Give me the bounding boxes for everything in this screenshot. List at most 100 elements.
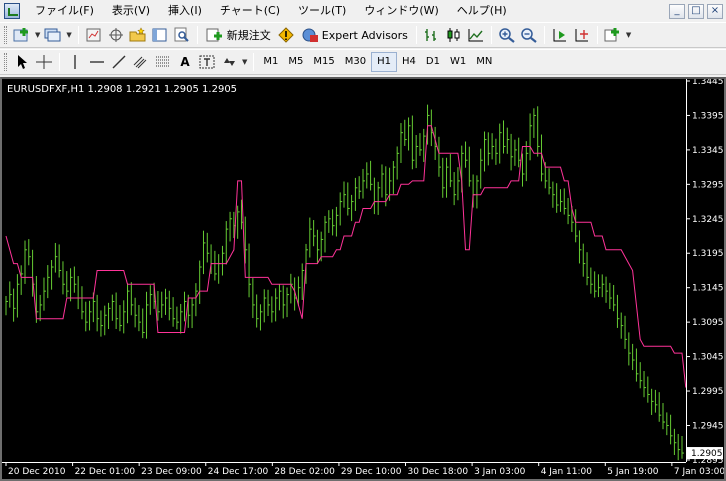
timeframe-m30[interactable]: M30: [340, 52, 371, 72]
crosshair-target-icon: [108, 28, 123, 42]
timeframe-m1[interactable]: M1: [258, 52, 283, 72]
toolbar-grip[interactable]: [4, 26, 7, 44]
toolbar-separator: [596, 26, 598, 44]
current-price-label: 1.2905: [691, 449, 723, 459]
toolbar-separator: [77, 26, 79, 44]
time-tick-label: 4 Jan 11:00: [541, 467, 593, 477]
time-tick-label: 7 Jan 03:00: [674, 467, 724, 477]
menu-tools[interactable]: ツール(T): [289, 1, 355, 21]
current-price-marker: 1.2905: [687, 447, 723, 460]
price-chart[interactable]: 1.3445 1.3395 1.3345 1.3295 1.3245 1.3195 1.31…: [2, 79, 724, 479]
chevron-down-icon[interactable]: ▼: [66, 31, 71, 39]
equidistant-channel-button[interactable]: [130, 51, 152, 73]
time-tick-label: 29 Dec 10:00: [341, 467, 402, 477]
timeframe-mn[interactable]: MN: [471, 52, 497, 72]
timeframe-m5[interactable]: M5: [283, 52, 308, 72]
time-tick-label: 23 Dec 09:00: [141, 467, 202, 477]
expert-advisors-button[interactable]: Expert Advisors: [297, 24, 412, 46]
new-order-label: 新規注文: [226, 29, 271, 42]
menu-bar: ファイル(F) 表示(V) 挿入(I) チャート(C) ツール(T) ウィンドウ…: [0, 0, 726, 22]
indicators-button[interactable]: ▼: [602, 24, 633, 46]
trendline-button[interactable]: [108, 51, 130, 73]
strategy-tester-button[interactable]: [171, 24, 193, 46]
menu-chart[interactable]: チャート(C): [211, 1, 289, 21]
text-label-button[interactable]: [196, 51, 218, 73]
fibonacci-icon: [156, 56, 170, 67]
price-tick-label: 1.2945: [692, 421, 724, 431]
text-button[interactable]: A: [174, 51, 196, 73]
cursor-arrow-icon: [18, 55, 27, 69]
price-tick-label: 1.3395: [692, 111, 724, 121]
timeframe-h1[interactable]: H1: [371, 52, 397, 72]
timeframe-m15[interactable]: M15: [308, 52, 339, 72]
vertical-line-icon: [74, 55, 76, 69]
arrows-icon: [224, 58, 235, 66]
chevron-down-icon[interactable]: ▼: [35, 31, 40, 39]
restore-button[interactable]: □: [688, 3, 704, 19]
expert-advisors-icon: [302, 28, 318, 42]
time-tick-label: 5 Jan 19:00: [607, 467, 659, 477]
new-order-icon: [206, 28, 222, 42]
market-watch-button[interactable]: [83, 24, 105, 46]
vertical-line-button[interactable]: [64, 51, 86, 73]
terminal-button[interactable]: [149, 24, 171, 46]
chart-shift-button[interactable]: [571, 24, 593, 46]
text-label-icon: [199, 55, 215, 69]
navigator-button[interactable]: [127, 24, 149, 46]
chart-window[interactable]: 1.3445 1.3395 1.3345 1.3295 1.3245 1.3195 1.31…: [0, 77, 726, 481]
app-chart-icon[interactable]: [4, 3, 20, 19]
toolbar-separator: [59, 53, 60, 71]
zoom-out-button[interactable]: [518, 24, 540, 46]
price-tick-label: 1.3045: [692, 353, 724, 363]
close-button[interactable]: ×: [707, 3, 723, 19]
candles-layer: [5, 104, 684, 461]
menu-window[interactable]: ウィンドウ(W): [355, 1, 447, 21]
minimize-button[interactable]: _: [669, 3, 685, 19]
arrows-button[interactable]: ▼: [218, 51, 249, 73]
time-tick-label: 24 Dec 17:00: [208, 467, 269, 477]
data-window-button[interactable]: [105, 24, 127, 46]
new-chart-button[interactable]: ▼: [11, 24, 42, 46]
toolbar-separator: [253, 53, 255, 71]
zoom-in-icon: [499, 28, 515, 43]
metaeditor-button[interactable]: [275, 24, 297, 46]
menu-file[interactable]: ファイル(F): [26, 1, 103, 21]
chevron-down-icon[interactable]: ▼: [626, 31, 631, 39]
text-tool-label: A: [180, 55, 190, 69]
candlestick-button[interactable]: [443, 24, 465, 46]
menu-insert[interactable]: 挿入(I): [159, 1, 211, 21]
chevron-down-icon[interactable]: ▼: [242, 58, 247, 66]
zoom-in-button[interactable]: [496, 24, 518, 46]
profiles-button[interactable]: ▼: [42, 24, 73, 46]
time-tick-label: 28 Dec 02:00: [274, 467, 335, 477]
timeframe-h4[interactable]: H4: [397, 52, 421, 72]
timeframe-w1[interactable]: W1: [445, 52, 471, 72]
toolbar-separator: [196, 26, 198, 44]
line-chart-icon: [468, 29, 483, 42]
profiles-icon: [44, 28, 61, 42]
menu-view[interactable]: 表示(V): [103, 1, 159, 21]
time-tick-label: 30 Dec 18:00: [408, 467, 469, 477]
cursor-button[interactable]: [11, 51, 33, 73]
indicator-line: [5, 125, 687, 388]
new-order-button[interactable]: 新規注文: [202, 24, 275, 46]
time-tick-label: 20 Dec 2010: [8, 467, 66, 477]
menu-help[interactable]: ヘルプ(H): [448, 1, 516, 21]
bar-chart-button[interactable]: [421, 24, 443, 46]
toolbar-grip[interactable]: [4, 53, 7, 71]
time-tick-label: 3 Jan 03:00: [474, 467, 526, 477]
auto-scroll-button[interactable]: [549, 24, 571, 46]
magnifier-doc-icon: [174, 27, 189, 42]
chart-symbol-info: EURUSDFXF,H1 1.2908 1.2921 1.2905 1.2905: [7, 84, 238, 95]
price-tick-label: 1.3095: [692, 318, 724, 328]
chart-shift-icon: [575, 29, 588, 42]
market-watch-icon: [86, 28, 101, 42]
timeframe-d1[interactable]: D1: [421, 52, 445, 72]
price-tick-label: 1.3445: [692, 79, 724, 87]
auto-scroll-icon: [553, 29, 566, 42]
crosshair-button[interactable]: [33, 51, 55, 73]
horizontal-line-button[interactable]: [86, 51, 108, 73]
crosshair-icon: [36, 55, 52, 69]
fibonacci-button[interactable]: [152, 51, 174, 73]
line-chart-button[interactable]: [465, 24, 487, 46]
